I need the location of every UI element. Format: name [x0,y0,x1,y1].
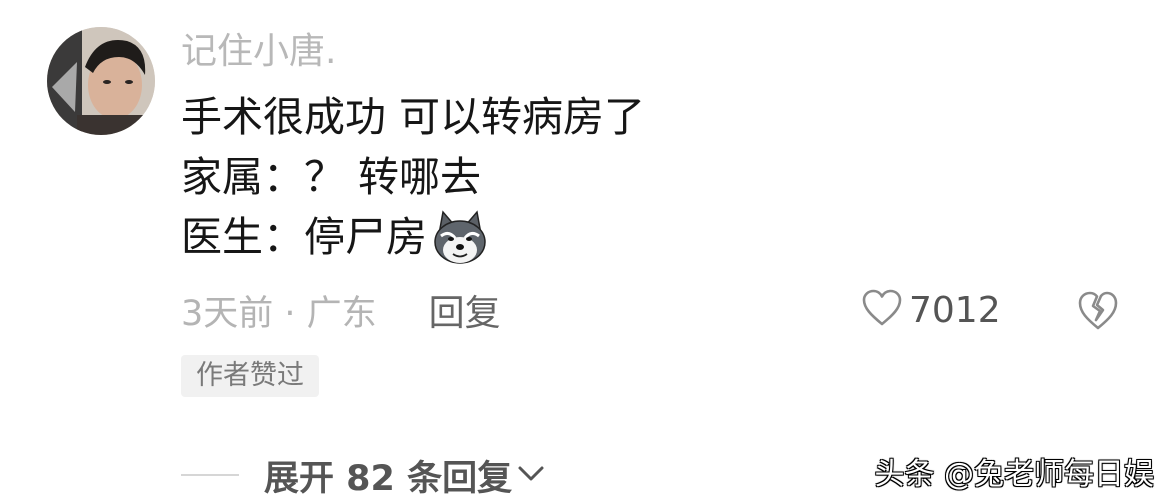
chevron-down-icon [516,463,546,487]
reply-button[interactable]: 回复 [429,284,501,336]
watermark: 头条 @兔老师每日娱 [874,457,1154,492]
comment-line: 医生：停尸房 [181,207,741,267]
comment-text: 手术很成功 可以转病房了 家属：？ 转哪去 医生：停尸房 [181,87,741,267]
like-button[interactable]: 7012 [861,286,1001,334]
comment-line: 手术很成功 可以转病房了 [181,93,646,141]
heart-icon [861,289,903,331]
comment-meta: 3天前 · 广东 回复 [181,286,501,334]
author-liked-badge: 作者赞过 [181,355,319,397]
like-count: 7012 [909,289,1001,331]
comment-line: 家属：？ 转哪去 [181,153,482,201]
dog-emoji-icon [431,208,489,266]
broken-heart-icon [1076,291,1120,336]
dislike-button[interactable] [1076,290,1120,332]
time-location: 3天前 · 广东 [181,293,377,334]
expand-replies-button[interactable]: 展开 82 条回复 [181,452,546,499]
avatar[interactable] [47,27,155,135]
divider-line [181,474,239,476]
expand-replies-label: 展开 82 条回复 [264,458,513,499]
username[interactable]: 记住小唐. [181,28,336,76]
